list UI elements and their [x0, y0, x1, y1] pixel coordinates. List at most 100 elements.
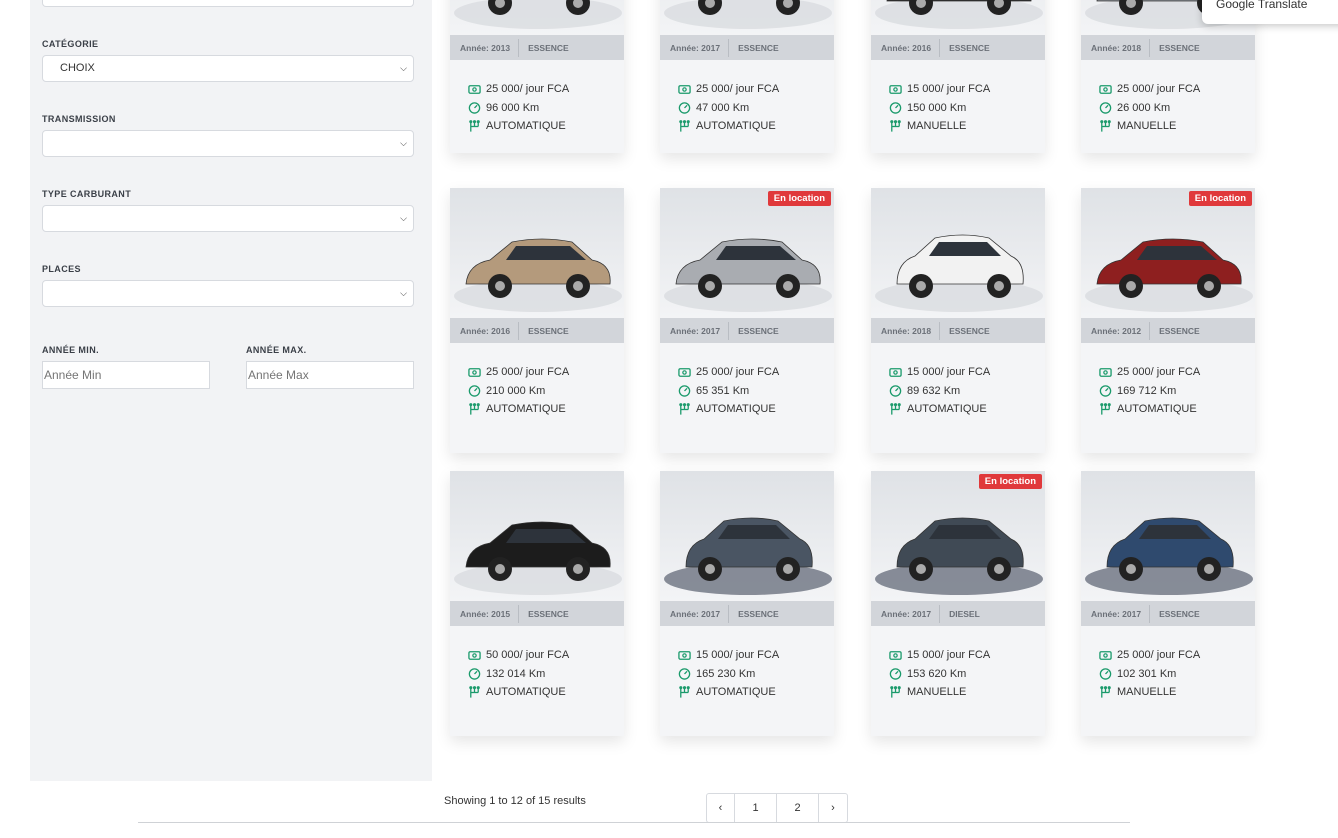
car-mileage: 132 014 Km [486, 667, 546, 680]
input-annee-min[interactable] [42, 361, 210, 389]
pagination: ‹ 1 2 › [706, 793, 848, 823]
car-gearbox: MANUELLE [1117, 686, 1177, 699]
car-gearbox-row: AUTOMATIQUE [468, 117, 624, 136]
next-page-button[interactable]: › [819, 794, 847, 822]
filter-sidebar: CATÉGORIE CHOIX ⌵ TRANSMISSION ⌵ TYPE CA… [30, 0, 432, 781]
car-photo[interactable] [871, 188, 1045, 318]
car-fuel-tag: ESSENCE [728, 38, 785, 57]
car-card[interactable]: Année: 2017 ESSENCE 25 000/ jour FCA 102… [1081, 471, 1255, 736]
gearbox-icon [469, 119, 480, 132]
car-photo[interactable] [450, 188, 624, 318]
car-price: 25 000/ jour FCA [1117, 83, 1201, 96]
google-translate-label: Google Translate [1216, 0, 1308, 11]
car-year-tag: Année: 2012 [1091, 325, 1142, 336]
car-gearbox: AUTOMATIQUE [486, 403, 566, 416]
car-mileage-row: 169 712 Km [1099, 382, 1255, 401]
car-card[interactable]: Année: 2015 ESSENCE 50 000/ jour FCA 132… [450, 471, 624, 736]
money-icon [889, 650, 902, 660]
car-mileage: 169 712 Km [1117, 384, 1177, 397]
car-mileage: 65 351 Km [696, 384, 750, 397]
car-fuel-tag: ESSENCE [1149, 38, 1206, 57]
car-tags: Année: 2017 ESSENCE [660, 35, 834, 60]
car-photo[interactable] [450, 0, 624, 35]
gearbox-icon [890, 119, 901, 132]
car-photo[interactable]: En location [1081, 188, 1255, 318]
speedometer-icon [468, 668, 481, 680]
car-year-tag: Année: 2018 [881, 325, 932, 336]
speedometer-icon [678, 385, 691, 397]
car-photo[interactable] [660, 0, 834, 35]
car-card[interactable]: Année: 2018 ESSENCE 15 000/ jour FCA 89 … [871, 188, 1045, 453]
car-price-row: 15 000/ jour FCA [889, 646, 1045, 665]
car-mileage-row: 102 301 Km [1099, 665, 1255, 684]
page-2-button[interactable]: 2 [777, 794, 819, 822]
label-annee-max: ANNÉE MAX. [246, 345, 307, 355]
money-icon [889, 84, 902, 94]
car-card[interactable]: En location Année: 2017 DIESEL 15 000/ j… [871, 471, 1045, 736]
car-photo[interactable]: En location [660, 188, 834, 318]
car-card[interactable]: Année: 2016 ESSENCE 15 000/ jour FCA 150… [871, 0, 1045, 153]
money-icon [468, 650, 481, 660]
car-photo-illustration [664, 0, 832, 29]
car-mileage: 153 620 Km [907, 667, 967, 680]
car-price-row: 15 000/ jour FCA [678, 646, 834, 665]
car-info: 25 000/ jour FCA 96 000 Km AUTOMATIQUE [450, 60, 624, 153]
car-mileage-row: 96 000 Km [468, 99, 624, 118]
car-info: 15 000/ jour FCA 150 000 Km MANUELLE [871, 60, 1045, 153]
car-card[interactable]: En location Année: 2017 ESSENCE 25 000/ … [660, 188, 834, 453]
car-tags: Année: 2015 ESSENCE [450, 601, 624, 626]
gearbox-icon [890, 685, 901, 698]
google-translate-popup[interactable]: Google Translate [1202, 0, 1338, 24]
car-mileage-row: 165 230 Km [678, 665, 834, 684]
car-tags: Année: 2018 ESSENCE [1081, 35, 1255, 60]
car-price-row: 25 000/ jour FCA [678, 80, 834, 99]
money-icon [889, 367, 902, 377]
speedometer-icon [889, 668, 902, 680]
car-gearbox: MANUELLE [907, 120, 967, 133]
prev-page-button[interactable]: ‹ [707, 794, 735, 822]
car-card[interactable]: Année: 2017 ESSENCE 25 000/ jour FCA 47 … [660, 0, 834, 153]
car-photo[interactable] [450, 471, 624, 601]
car-gearbox: MANUELLE [1117, 120, 1177, 133]
select-carburant[interactable]: ⌵ [42, 205, 414, 232]
money-icon [468, 367, 481, 377]
car-info: 25 000/ jour FCA 102 301 Km MANUELLE [1081, 626, 1255, 736]
select-places[interactable]: ⌵ [42, 280, 414, 307]
input-annee-max[interactable] [246, 361, 414, 389]
car-photo-illustration [664, 238, 832, 312]
chevron-down-icon: ⌵ [400, 63, 407, 73]
car-gearbox-row: MANUELLE [889, 683, 1045, 702]
car-mileage-row: 150 000 Km [889, 99, 1045, 118]
filter-select-top[interactable] [42, 0, 414, 7]
car-price-row: 15 000/ jour FCA [889, 80, 1045, 99]
car-fuel-tag: DIESEL [939, 604, 986, 623]
car-photo-illustration [454, 238, 622, 312]
car-photo[interactable] [660, 471, 834, 601]
select-transmission[interactable]: ⌵ [42, 130, 414, 157]
car-year-tag: Année: 2017 [670, 42, 721, 53]
car-gearbox-row: AUTOMATIQUE [468, 683, 624, 702]
car-gearbox-row: MANUELLE [889, 117, 1045, 136]
car-year-tag: Année: 2016 [881, 42, 932, 53]
car-price: 25 000/ jour FCA [696, 366, 780, 379]
car-card[interactable]: Année: 2013 ESSENCE 25 000/ jour FCA 96 … [450, 0, 624, 153]
car-card[interactable]: Année: 2017 ESSENCE 15 000/ jour FCA 165… [660, 471, 834, 736]
car-card[interactable]: Année: 2016 ESSENCE 25 000/ jour FCA 210… [450, 188, 624, 453]
car-card[interactable]: En location Année: 2012 ESSENCE 25 000/ … [1081, 188, 1255, 453]
car-mileage-row: 153 620 Km [889, 665, 1045, 684]
car-price-row: 25 000/ jour FCA [1099, 80, 1255, 99]
car-price: 15 000/ jour FCA [907, 649, 991, 662]
car-photo[interactable] [1081, 471, 1255, 601]
speedometer-icon [889, 102, 902, 114]
car-price: 15 000/ jour FCA [696, 649, 780, 662]
page-1-button[interactable]: 1 [735, 794, 777, 822]
car-photo[interactable]: En location [871, 471, 1045, 601]
money-icon [1099, 84, 1112, 94]
car-price-row: 50 000/ jour FCA [468, 646, 624, 665]
car-info: 50 000/ jour FCA 132 014 Km AUTOMATIQUE [450, 626, 624, 736]
car-gearbox-row: AUTOMATIQUE [889, 400, 1045, 419]
car-tags: Année: 2017 ESSENCE [660, 601, 834, 626]
car-fuel-tag: ESSENCE [518, 321, 575, 340]
select-categorie[interactable]: CHOIX ⌵ [42, 55, 414, 82]
car-photo[interactable] [871, 0, 1045, 35]
